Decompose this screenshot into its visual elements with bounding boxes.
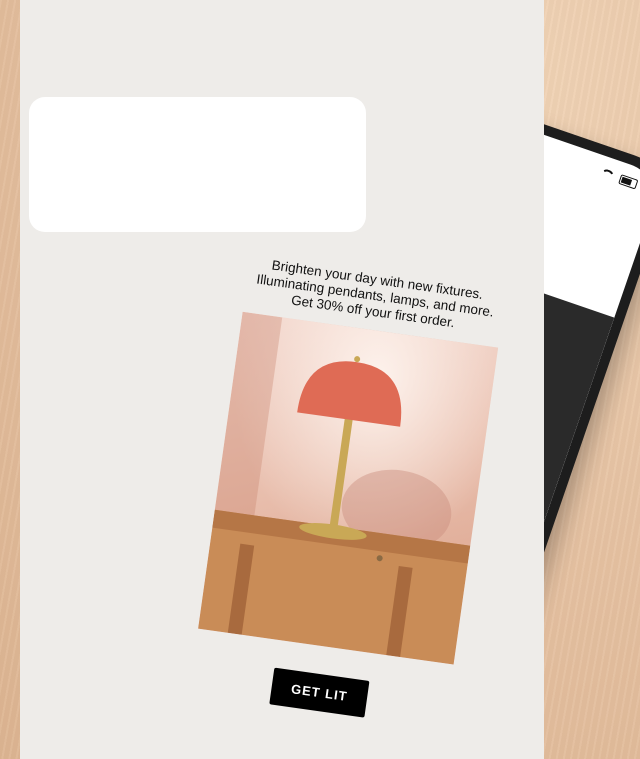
promo-block: Brighten your day with new fixtures. Ill… xyxy=(158,250,537,733)
get-lit-button[interactable]: GET LIT xyxy=(268,667,370,718)
lamp-illustration xyxy=(198,311,499,665)
email-panel: Brighten your day with new fixtures. Ill… xyxy=(20,0,544,759)
placeholder-card xyxy=(29,97,366,232)
status-bar xyxy=(599,167,639,190)
lamp-photo xyxy=(198,311,499,665)
wifi-icon xyxy=(599,167,616,182)
battery-icon xyxy=(618,174,639,190)
